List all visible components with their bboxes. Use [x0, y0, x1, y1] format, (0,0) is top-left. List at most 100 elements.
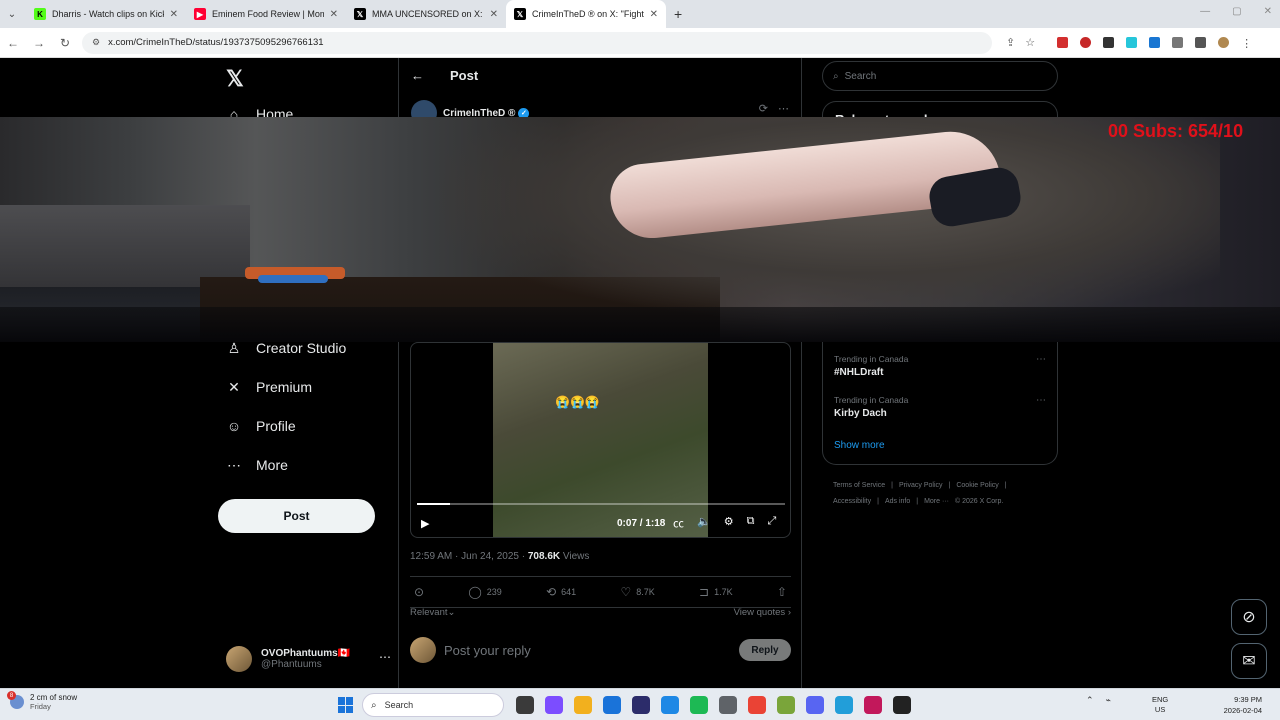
video-progress-bar[interactable]	[417, 503, 785, 505]
tab-youtube[interactable]: ▶ Eminem Food Review | Mom's spa ✕	[186, 0, 346, 28]
taskbar-app-icon[interactable]	[719, 696, 737, 714]
close-tab-icon[interactable]: ✕	[650, 9, 658, 20]
nav-label: Premium	[256, 379, 313, 395]
taskbar-app-icon[interactable]	[545, 696, 563, 714]
taskbar-app-icon[interactable]	[835, 696, 853, 714]
captions-icon[interactable]: ㏄	[673, 515, 684, 531]
reading-list-icon[interactable]	[1195, 37, 1207, 48]
puzzle-icon[interactable]	[1172, 37, 1184, 48]
post-button[interactable]: Post	[218, 499, 375, 533]
taskbar-app-icon[interactable]	[806, 696, 824, 714]
extension-icon[interactable]	[1057, 37, 1069, 48]
taskbar-app-icon[interactable]	[893, 696, 911, 714]
extension-icon[interactable]	[1103, 37, 1115, 48]
tab-kick[interactable]: K Dharris - Watch clips on Kick ✕	[26, 0, 186, 28]
reply-input[interactable]: Post your reply	[444, 643, 739, 658]
taskbar-app-icon[interactable]	[748, 696, 766, 714]
taskbar-app-icon[interactable]	[574, 696, 592, 714]
taskbar-app-icon[interactable]	[864, 696, 882, 714]
extension-icon[interactable]	[1149, 37, 1161, 48]
trend-item[interactable]: Trending in Canada Kirby Dach ⋯	[834, 395, 1048, 419]
windows-start-icon[interactable]	[338, 697, 354, 713]
close-tab-icon[interactable]: ✕	[170, 9, 178, 20]
analytics-button[interactable]: ⊙	[414, 585, 424, 599]
url-field[interactable]: ⚙ x.com/CrimeInTheD/status/1937375095296…	[82, 31, 992, 54]
close-tab-icon[interactable]: ✕	[490, 9, 498, 20]
reply-button[interactable]: ◯ 239	[468, 585, 501, 599]
footer-link[interactable]: Ads info	[885, 498, 910, 505]
grok-fab-icon[interactable]: ⊘	[1231, 599, 1267, 635]
taskbar-app-icon[interactable]	[777, 696, 795, 714]
footer-link[interactable]: Cookie Policy	[956, 482, 998, 489]
more-dots-icon[interactable]: ⋯	[1036, 354, 1046, 365]
tab-crimeinthed[interactable]: 𝕏 CrimeInTheD ® on X: "Fights ca ✕	[506, 0, 666, 28]
footer-link[interactable]: Privacy Policy	[899, 482, 943, 489]
bookmark-star-icon[interactable]: ☆	[1025, 36, 1035, 49]
like-button[interactable]: ♡ 8.7K	[620, 585, 654, 599]
taskbar-app-icon[interactable]	[661, 696, 679, 714]
taskbar-app-icon[interactable]	[603, 696, 621, 714]
site-info-icon[interactable]: ⚙	[92, 37, 100, 48]
minimize-icon[interactable]: —	[1200, 6, 1210, 17]
volume-icon[interactable]: 🔈	[697, 515, 711, 531]
language-code: ENG	[1152, 695, 1169, 704]
footer-link[interactable]: Terms of Service	[833, 482, 885, 489]
language-indicator[interactable]: ENG US	[1152, 695, 1168, 715]
bookmark-button[interactable]: ⊐ 1.7K	[699, 585, 733, 599]
repost-button[interactable]: ⟲ 641	[546, 585, 576, 599]
weather-widget[interactable]: 8 2 cm of snow Friday	[7, 691, 77, 711]
taskbar-search[interactable]: ⌕ Search	[362, 693, 504, 717]
copyright: © 2026 X Corp.	[954, 498, 1004, 505]
new-tab-icon[interactable]: +	[674, 6, 682, 22]
trend-item[interactable]: Trending in Canada #NHLDraft ⋯	[834, 354, 1048, 378]
extension-icon[interactable]	[1126, 37, 1138, 48]
search-input[interactable]: ⌕ Search	[822, 61, 1058, 91]
more-dots-icon[interactable]: ⋯	[379, 650, 391, 664]
reply-submit-button[interactable]: Reply	[739, 639, 791, 661]
tab-mma-uncensored[interactable]: 𝕏 MMA UNCENSORED on X: "Sha ✕	[346, 0, 506, 28]
footer-link[interactable]: More ···	[924, 498, 949, 505]
back-icon[interactable]: ←	[0, 36, 26, 50]
account-switcher[interactable]: OVOPhantuums🇨🇦 @Phantuums ⋯	[226, 644, 391, 674]
settings-icon[interactable]: ⚙	[724, 515, 734, 531]
fullscreen-icon[interactable]: ⤢	[767, 515, 776, 531]
taskbar-app-icon[interactable]	[632, 696, 650, 714]
view-quotes-link[interactable]: View quotes ›	[734, 607, 791, 618]
chevron-up-icon[interactable]: ⌃	[1086, 695, 1094, 706]
close-window-icon[interactable]: ✕	[1264, 6, 1272, 17]
tab-title: Eminem Food Review | Mom's spa	[212, 9, 324, 19]
close-tab-icon[interactable]: ✕	[330, 9, 338, 20]
nav-premium[interactable]: ✕ Premium	[226, 379, 313, 396]
messages-fab-icon[interactable]: ✉	[1231, 643, 1267, 679]
taskbar-app-icon[interactable]	[690, 696, 708, 714]
more-dots-icon[interactable]: ⋯	[778, 102, 789, 115]
tab-search-icon[interactable]: ⌄	[2, 4, 22, 24]
nav-creator-studio[interactable]: ♙ Creator Studio	[226, 340, 347, 357]
maximize-icon[interactable]: ▢	[1232, 6, 1241, 17]
show-more-link[interactable]: Show more	[834, 440, 885, 451]
extension-icon[interactable]	[1080, 37, 1092, 48]
stream-overlay: 00 Subs: 654/10	[0, 117, 1280, 342]
sort-replies-dropdown[interactable]: Relevant⌄	[410, 607, 455, 618]
reload-icon[interactable]: ↻	[52, 36, 78, 50]
nav-profile[interactable]: ☺ Profile	[226, 418, 296, 434]
more-dots-icon[interactable]: ⋯	[1036, 395, 1046, 406]
install-app-icon[interactable]: ⇪	[1006, 36, 1015, 49]
pip-icon[interactable]: ⧉	[747, 515, 755, 531]
profile-avatar-icon[interactable]	[1218, 37, 1230, 48]
grok-icon[interactable]: ⟳	[759, 102, 768, 115]
forward-icon[interactable]: →	[26, 36, 52, 50]
nav-more[interactable]: ⋯ More	[226, 457, 288, 474]
x-logo-icon[interactable]: 𝕏	[226, 66, 244, 92]
play-icon[interactable]: ▶	[421, 517, 429, 530]
share-button[interactable]: ⇧	[777, 585, 787, 599]
network-icon[interactable]: ⌁	[1106, 695, 1111, 706]
sort-label: Relevant	[410, 607, 448, 618]
back-arrow-icon[interactable]: ←	[411, 68, 424, 83]
menu-kebab-icon[interactable]: ⋮	[1241, 37, 1252, 50]
taskbar-app-icon[interactable]	[516, 696, 534, 714]
video-player[interactable]: 😭😭😭 ▶ 0:07 / 1:18 ㏄ 🔈 ⚙ ⧉ ⤢	[410, 342, 791, 538]
footer-link[interactable]: Accessibility	[833, 498, 871, 505]
clock[interactable]: 9:39 PM 2026-02-04	[1218, 694, 1262, 716]
post-timestamp[interactable]: 12:59 AM · Jun 24, 2025 ·	[410, 551, 528, 562]
